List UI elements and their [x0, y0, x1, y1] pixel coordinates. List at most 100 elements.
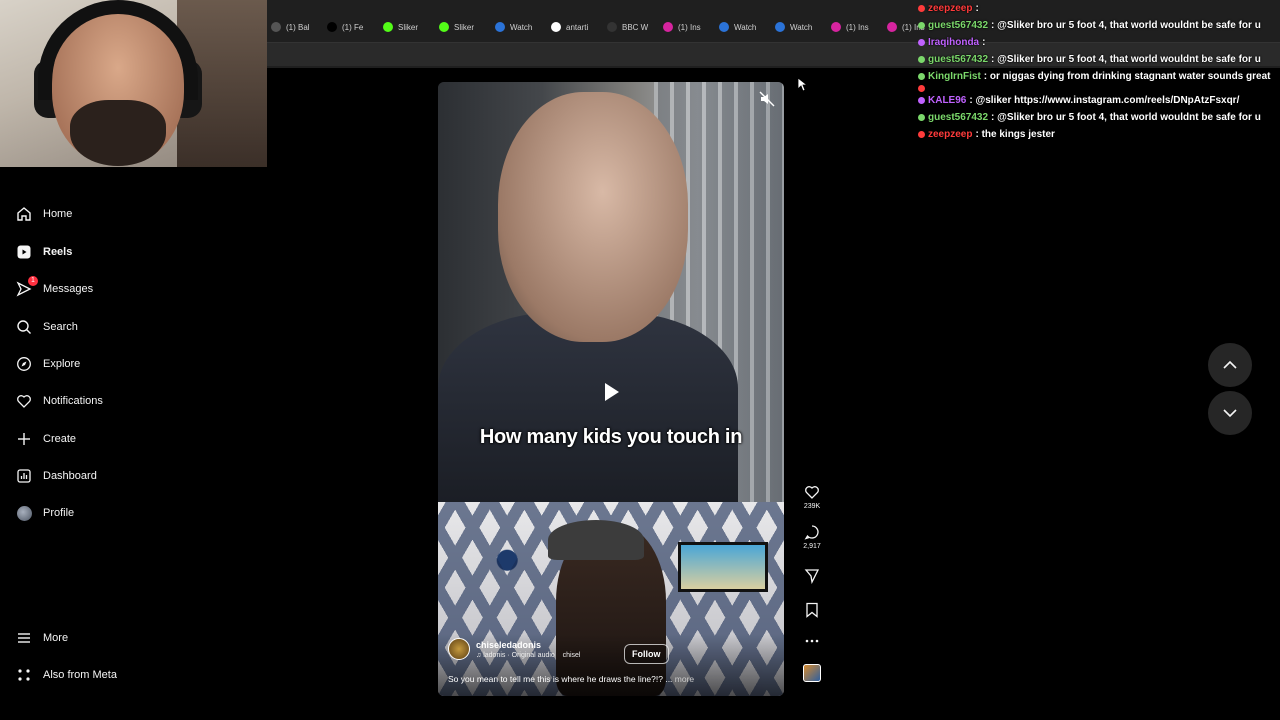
browser-tab-label: Watch — [510, 22, 533, 32]
mute-button[interactable] — [758, 90, 776, 108]
chat-text: : @Sliker bro ur 5 foot 4, that world wo… — [991, 112, 1261, 123]
chat-username[interactable]: KALE96 — [928, 92, 966, 109]
sidebar-item-label: Dashboard — [43, 470, 97, 482]
sidebar-item-create[interactable]: Create — [0, 425, 76, 453]
sidebar-item-label: More — [43, 632, 69, 644]
chat-username[interactable]: Iraqihonda — [928, 34, 979, 51]
stream-chat-overlay: zeepzeep: guest567432: @Sliker bro ur 5 f… — [918, 0, 1280, 143]
chevron-down-icon — [1223, 409, 1237, 418]
chat-username[interactable]: zeepzeep — [928, 126, 972, 143]
reel-footer: chiseledadonis ♫ ladonis · Original audi… — [438, 634, 784, 696]
message-count-badge: 1 — [28, 276, 38, 286]
description-more-link[interactable]: more — [675, 674, 694, 684]
sidebar-item-also-from-meta[interactable]: Also from Meta — [0, 661, 117, 689]
chat-username[interactable]: guest567432 — [928, 51, 988, 68]
browser-tab[interactable]: (1) Fe — [323, 18, 379, 36]
chat-message: zeepzeep: — [918, 0, 1280, 17]
chat-text: : @Sliker bro ur 5 foot 4, that world wo… — [991, 54, 1261, 65]
instagram-sidebar: Home Reels 1 Messages Search Explore Not… — [0, 167, 267, 720]
chat-username[interactable]: guest567432 — [928, 109, 988, 126]
sidebar-item-label: Create — [43, 433, 77, 445]
chat-badge-icon — [918, 73, 925, 80]
webcam-overlay — [0, 0, 267, 167]
sidebar-item-messages[interactable]: 1 Messages — [0, 275, 93, 303]
streamer-beard — [70, 100, 166, 166]
home-icon — [16, 206, 32, 222]
sidebar-item-search[interactable]: Search — [0, 313, 78, 341]
audio-label: ladonis · Original audio — [483, 651, 555, 659]
search-icon — [16, 319, 32, 335]
like-count: 239K — [803, 503, 821, 510]
browser-tab-label: antarti — [566, 22, 589, 32]
chat-text: : the kings jester — [975, 129, 1055, 140]
comment-button[interactable]: 2,917 — [803, 524, 821, 550]
browser-tab[interactable]: Watch — [491, 18, 547, 36]
sidebar-item-explore[interactable]: Explore — [0, 350, 80, 378]
audio-thumbnail-button[interactable] — [803, 664, 821, 682]
chat-message: zeepzeep: the kings jester — [918, 126, 1280, 143]
chat-message: Iraqihonda: — [918, 34, 1280, 51]
video-caption-overlay: How many kids you touch in — [479, 426, 743, 448]
watch-icon — [495, 22, 505, 32]
watch-icon — [775, 22, 785, 32]
chat-text: : — [982, 37, 986, 48]
share-button[interactable] — [804, 568, 820, 584]
browser-tab[interactable]: (1) Ins — [659, 18, 715, 36]
sidebar-item-dashboard[interactable]: Dashboard — [0, 462, 97, 490]
sidebar-item-more[interactable]: More — [0, 624, 68, 652]
ellipsis-icon — [805, 639, 819, 643]
chat-username[interactable]: zeepzeep — [928, 0, 972, 17]
browser-tab[interactable]: BBC W — [603, 18, 659, 36]
next-reel-button[interactable] — [1208, 391, 1252, 435]
chat-badge-icon — [918, 56, 925, 63]
chat-badge-icon — [918, 39, 925, 46]
follow-button[interactable]: Follow — [624, 644, 669, 664]
audio-thumbnail — [803, 664, 821, 682]
save-button[interactable] — [805, 602, 819, 618]
previous-reel-button[interactable] — [1208, 343, 1252, 387]
sidebar-item-home[interactable]: Home — [0, 200, 72, 228]
instagram-icon — [663, 22, 673, 32]
audio-extra: chisel — [562, 651, 581, 659]
heart-icon — [805, 486, 819, 499]
browser-tab[interactable]: Sliker — [379, 18, 435, 36]
browser-tabs: (1) Bal (1) Fe Sliker Sliker Watch antarti BBC… — [267, 18, 939, 36]
chat-username[interactable]: KingIrnFist — [928, 68, 981, 85]
chat-badge-icon — [918, 131, 925, 138]
more-options-button[interactable] — [804, 638, 820, 644]
play-icon — [605, 383, 619, 401]
like-button[interactable]: 239K — [804, 484, 820, 510]
dashboard-icon — [16, 468, 32, 484]
video-person-face — [498, 92, 688, 342]
browser-tab[interactable]: antarti — [547, 18, 603, 36]
sidebar-item-label: Explore — [43, 358, 81, 370]
chat-message: KingIrnFist: or niggas dying from drinki… — [918, 68, 1280, 85]
browser-tab[interactable]: Watch — [771, 18, 827, 36]
author-avatar[interactable] — [448, 638, 470, 660]
background-monitor — [678, 542, 768, 592]
browser-tab[interactable]: Watch — [715, 18, 771, 36]
instagram-icon — [887, 22, 897, 32]
browser-tab-label: (1) Ins — [678, 22, 701, 32]
meta-grid-icon — [16, 667, 32, 683]
chat-username[interactable]: guest567432 — [928, 17, 988, 34]
browser-tab[interactable]: (1) Bal — [267, 18, 323, 36]
sidebar-item-label: Messages — [43, 283, 94, 295]
browser-tab[interactable]: (1) Ins — [827, 18, 883, 36]
sidebar-item-profile[interactable]: Profile — [0, 499, 74, 527]
comment-count: 2,917 — [803, 543, 821, 550]
browser-tab[interactable]: Sliker — [435, 18, 491, 36]
sidebar-item-notifications[interactable]: Notifications — [0, 387, 103, 415]
sidebar-item-label: Search — [43, 321, 78, 333]
kick-logo-icon — [439, 22, 449, 32]
play-button[interactable] — [591, 372, 631, 412]
sidebar-item-label: Reels — [43, 246, 73, 258]
sidebar-item-reels[interactable]: Reels — [0, 238, 72, 266]
chat-message: guest567432: @Sliker bro ur 5 foot 4, th… — [918, 109, 1280, 126]
reactor-cap — [548, 520, 644, 560]
sidebar-item-label: Profile — [43, 507, 75, 519]
reel-video-player[interactable]: How many kids you touch in chiseledadoni… — [438, 82, 784, 696]
audio-info[interactable]: ♫ ladonis · Original audio chisel — [476, 652, 581, 659]
author-username[interactable]: chiseledadonis — [476, 640, 581, 650]
browser-tab-label: BBC W — [622, 22, 649, 32]
